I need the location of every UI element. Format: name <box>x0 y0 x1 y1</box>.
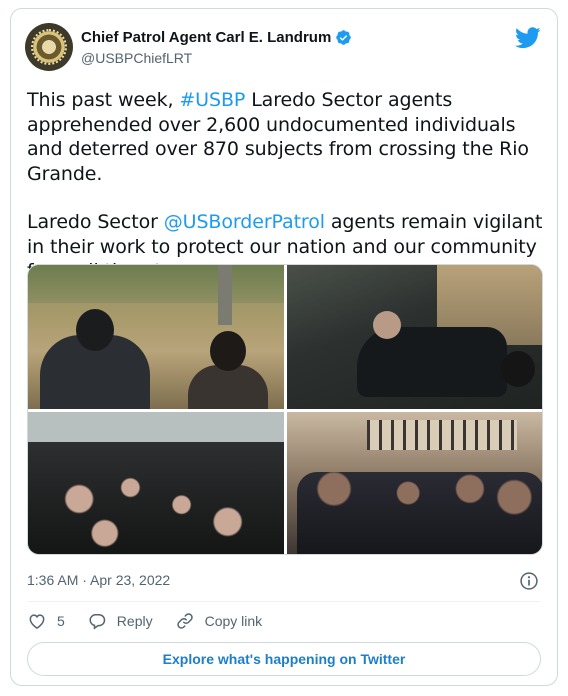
usbp-seal-icon <box>31 29 67 65</box>
post-shape <box>218 265 232 325</box>
tweet-card: Chief Patrol Agent Carl E. Landrum @USBP… <box>10 8 558 686</box>
hashtag-link[interactable]: #USBP <box>179 89 245 111</box>
head-shape <box>76 309 114 351</box>
photo-1[interactable] <box>28 265 284 409</box>
avatar[interactable] <box>25 23 73 71</box>
person-shape <box>188 365 268 409</box>
crowd-shape <box>297 472 542 554</box>
info-icon[interactable] <box>519 571 539 591</box>
copy-link-button[interactable]: Copy link <box>175 611 263 631</box>
crowd-shape <box>28 442 284 554</box>
link-icon <box>176 613 193 629</box>
tweet-text: This past week, #USBP Laredo Sector agen… <box>27 88 547 284</box>
author-name[interactable]: Chief Patrol Agent Carl E. Landrum <box>81 29 331 46</box>
tweet-text-segment: Laredo Sector <box>27 211 164 233</box>
reply-label: Reply <box>116 613 153 629</box>
divider <box>27 601 541 602</box>
heart-icon <box>29 614 45 629</box>
reply-button[interactable]: Reply <box>87 611 153 631</box>
tweet-text-segment: This past week, <box>27 89 180 111</box>
wall-shape <box>28 412 284 444</box>
head-shape <box>501 351 535 387</box>
author-handle[interactable]: @USBPChiefLRT <box>81 50 192 66</box>
mention-link[interactable]: @USBorderPatrol <box>164 211 325 233</box>
head-shape <box>373 311 401 339</box>
like-button[interactable]: 5 <box>27 611 65 631</box>
tweet-timestamp[interactable]: 1:36 AM · Apr 23, 2022 <box>27 572 170 588</box>
tweet-paragraph-1: This past week, #USBP Laredo Sector agen… <box>27 88 547 186</box>
action-bar: 5 Reply Copy link <box>27 611 284 631</box>
copy-link-label: Copy link <box>204 613 263 629</box>
author-row: Chief Patrol Agent Carl E. Landrum <box>81 29 352 46</box>
person-shape <box>357 327 507 397</box>
photo-3[interactable] <box>28 412 284 554</box>
media-grid <box>27 264 543 555</box>
explore-twitter-button[interactable]: Explore what's happening on Twitter <box>27 642 541 676</box>
photo-2[interactable] <box>287 265 542 409</box>
tree-shape <box>28 265 284 303</box>
window-shape <box>367 420 517 450</box>
like-count: 5 <box>57 613 65 629</box>
twitter-logo-icon[interactable] <box>515 27 541 49</box>
verified-badge-icon <box>336 30 352 45</box>
head-shape <box>210 331 246 371</box>
reply-icon <box>89 614 105 630</box>
photo-4[interactable] <box>287 412 542 554</box>
